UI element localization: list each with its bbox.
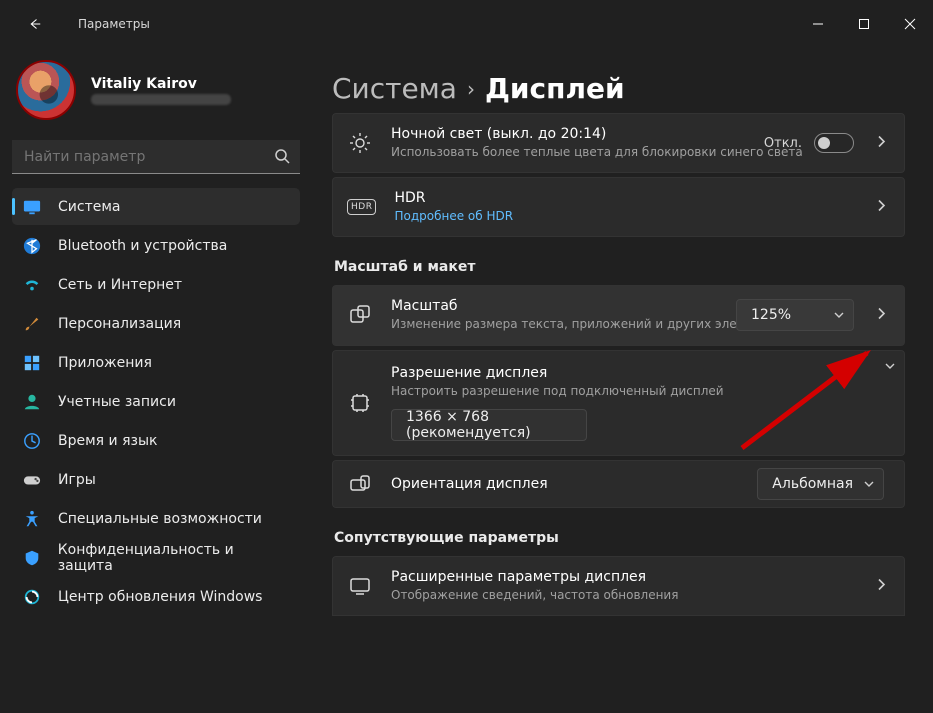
sidebar-item-label: Специальные возможности: [58, 511, 262, 527]
avatar: [16, 60, 76, 120]
card-orientation[interactable]: Ориентация дисплея Альбомная: [332, 460, 905, 508]
search-input[interactable]: [12, 140, 300, 174]
close-button[interactable]: [887, 8, 933, 40]
card-subtitle: Настроить разрешение под подключенный ди…: [391, 383, 878, 399]
sidebar-item-games[interactable]: Игры: [12, 461, 300, 498]
chevron-down-icon: [863, 478, 875, 494]
sidebar-item-label: Учетные записи: [58, 394, 176, 410]
search-box[interactable]: [12, 140, 300, 174]
sidebar-item-privacy[interactable]: Конфиденциальность и защита: [12, 539, 300, 576]
scale-icon: [347, 304, 373, 326]
sidebar-item-time[interactable]: Время и язык: [12, 422, 300, 459]
chevron-down-icon: [884, 360, 896, 376]
resolution-dropdown[interactable]: 1366 × 768 (рекомендуется): [391, 409, 587, 441]
chevron-right-icon[interactable]: [876, 576, 886, 595]
sidebar-item-personalization[interactable]: Персонализация: [12, 305, 300, 342]
accessibility-icon: [22, 509, 42, 529]
back-button[interactable]: [12, 8, 58, 40]
card-title: Разрешение дисплея: [391, 365, 878, 381]
shield-icon: [22, 548, 42, 568]
sidebar-item-accounts[interactable]: Учетные записи: [12, 383, 300, 420]
card-resolution[interactable]: Разрешение дисплея Настроить разрешение …: [332, 350, 905, 456]
card-scale[interactable]: Масштаб Изменение размера текста, прилож…: [332, 285, 905, 345]
breadcrumb-current: Дисплей: [485, 72, 625, 105]
profile-name: Vitaliy Kairov: [91, 76, 231, 92]
sidebar-item-label: Система: [58, 199, 120, 215]
profile[interactable]: Vitaliy Kairov: [12, 52, 300, 140]
card-title: HDR: [394, 190, 852, 206]
chevron-right-icon: ›: [467, 77, 475, 101]
sidebar-item-accessibility[interactable]: Специальные возможности: [12, 500, 300, 537]
card-hdr[interactable]: HDR HDR Подробнее об HDR: [332, 177, 905, 237]
profile-email: [91, 94, 231, 105]
chevron-right-icon[interactable]: [876, 198, 886, 217]
chevron-down-icon: [833, 309, 845, 325]
globe-clock-icon: [22, 431, 42, 451]
resolution-icon: [347, 392, 373, 414]
gamepad-icon: [22, 470, 42, 490]
hdr-icon: HDR: [347, 199, 376, 215]
brush-icon: [22, 314, 42, 334]
sidebar-item-network[interactable]: Сеть и Интернет: [12, 266, 300, 303]
sidebar-item-label: Bluetooth и устройства: [58, 238, 227, 254]
sidebar-item-apps[interactable]: Приложения: [12, 344, 300, 381]
sidebar-item-label: Игры: [58, 472, 96, 488]
apps-icon: [22, 353, 42, 373]
dropdown-value: 1366 × 768 (рекомендуется): [406, 409, 556, 441]
night-light-toggle[interactable]: [814, 133, 854, 153]
breadcrumb: Система › Дисплей: [332, 72, 905, 105]
wifi-icon: [22, 275, 42, 295]
card-night-light[interactable]: Ночной свет (выкл. до 20:14) Использоват…: [332, 113, 905, 173]
sidebar-item-system[interactable]: Система: [12, 188, 300, 225]
card-title: Расширенные параметры дисплея: [391, 569, 852, 585]
sidebar-item-bluetooth[interactable]: Bluetooth и устройства: [12, 227, 300, 264]
scale-dropdown[interactable]: 125%: [736, 299, 854, 331]
card-advanced-display[interactable]: Расширенные параметры дисплея Отображени…: [332, 556, 905, 616]
sidebar-item-update[interactable]: Центр обновления Windows: [12, 578, 300, 615]
dropdown-value: 125%: [751, 307, 791, 323]
bluetooth-icon: [22, 236, 42, 256]
sidebar-item-label: Центр обновления Windows: [58, 589, 262, 605]
search-icon: [274, 148, 290, 168]
chevron-right-icon[interactable]: [876, 306, 886, 325]
sun-icon: [347, 132, 373, 154]
person-icon: [22, 392, 42, 412]
sidebar-item-label: Конфиденциальность и защита: [58, 542, 290, 574]
update-icon: [22, 587, 42, 607]
sidebar-item-label: Приложения: [58, 355, 152, 371]
dropdown-value: Альбомная: [772, 476, 853, 492]
chevron-right-icon[interactable]: [876, 134, 886, 153]
card-subtitle: Отображение сведений, частота обновления: [391, 587, 852, 603]
minimize-button[interactable]: [795, 8, 841, 40]
section-related: Сопутствующие параметры: [334, 530, 905, 546]
breadcrumb-parent[interactable]: Система: [332, 72, 457, 105]
sidebar-item-label: Персонализация: [58, 316, 181, 332]
card-link[interactable]: Подробнее об HDR: [394, 208, 852, 224]
toggle-label: Откл.: [764, 136, 802, 151]
monitor-icon: [347, 575, 373, 597]
section-scale-layout: Масштаб и макет: [334, 259, 905, 275]
sidebar-item-label: Время и язык: [58, 433, 157, 449]
maximize-button[interactable]: [841, 8, 887, 40]
window-title: Параметры: [78, 17, 150, 31]
display-icon: [22, 197, 42, 217]
orientation-icon: [347, 473, 373, 495]
orientation-dropdown[interactable]: Альбомная: [757, 468, 884, 500]
sidebar-item-label: Сеть и Интернет: [58, 277, 182, 293]
